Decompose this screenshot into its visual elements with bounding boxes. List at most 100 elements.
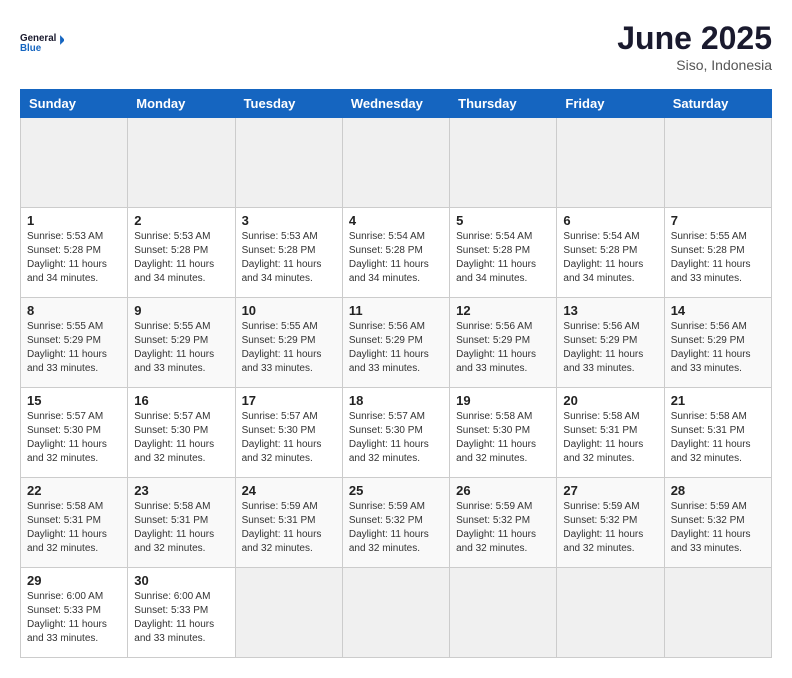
- calendar-cell: 1 Sunrise: 5:53 AM Sunset: 5:28 PM Dayli…: [21, 208, 128, 298]
- calendar-cell: 7 Sunrise: 5:55 AM Sunset: 5:28 PM Dayli…: [664, 208, 771, 298]
- day-info: Sunrise: 5:58 AM Sunset: 5:31 PM Dayligh…: [671, 410, 765, 466]
- day-info: Sunrise: 5:53 AM Sunset: 5:28 PM Dayligh…: [242, 230, 336, 286]
- calendar-cell: 25 Sunrise: 5:59 AM Sunset: 5:32 PM Dayl…: [342, 478, 449, 568]
- day-info: Sunrise: 5:53 AM Sunset: 5:28 PM Dayligh…: [27, 230, 121, 286]
- calendar-cell: 15 Sunrise: 5:57 AM Sunset: 5:30 PM Dayl…: [21, 388, 128, 478]
- day-info: Sunrise: 5:54 AM Sunset: 5:28 PM Dayligh…: [349, 230, 443, 286]
- day-number: 3: [242, 213, 336, 228]
- calendar-body: 1 Sunrise: 5:53 AM Sunset: 5:28 PM Dayli…: [21, 118, 772, 658]
- day-info: Sunrise: 5:58 AM Sunset: 5:31 PM Dayligh…: [27, 500, 121, 556]
- calendar-cell: 17 Sunrise: 5:57 AM Sunset: 5:30 PM Dayl…: [235, 388, 342, 478]
- calendar-cell: [235, 568, 342, 658]
- day-number: 25: [349, 483, 443, 498]
- calendar-cell: 24 Sunrise: 5:59 AM Sunset: 5:31 PM Dayl…: [235, 478, 342, 568]
- calendar-cell: 20 Sunrise: 5:58 AM Sunset: 5:31 PM Dayl…: [557, 388, 664, 478]
- calendar-cell: [557, 118, 664, 208]
- day-number: 6: [563, 213, 657, 228]
- day-info: Sunrise: 6:00 AM Sunset: 5:33 PM Dayligh…: [134, 590, 228, 646]
- col-tuesday: Tuesday: [235, 90, 342, 118]
- col-wednesday: Wednesday: [342, 90, 449, 118]
- day-number: 1: [27, 213, 121, 228]
- calendar-cell: [450, 118, 557, 208]
- calendar-cell: 8 Sunrise: 5:55 AM Sunset: 5:29 PM Dayli…: [21, 298, 128, 388]
- calendar-cell: [342, 118, 449, 208]
- day-number: 16: [134, 393, 228, 408]
- col-sunday: Sunday: [21, 90, 128, 118]
- day-info: Sunrise: 5:53 AM Sunset: 5:28 PM Dayligh…: [134, 230, 228, 286]
- day-info: Sunrise: 6:00 AM Sunset: 5:33 PM Dayligh…: [27, 590, 121, 646]
- day-info: Sunrise: 5:59 AM Sunset: 5:32 PM Dayligh…: [671, 500, 765, 556]
- calendar-cell: 2 Sunrise: 5:53 AM Sunset: 5:28 PM Dayli…: [128, 208, 235, 298]
- page-header: General Blue June 2025 Siso, Indonesia: [20, 20, 772, 73]
- day-number: 5: [456, 213, 550, 228]
- calendar-cell: 9 Sunrise: 5:55 AM Sunset: 5:29 PM Dayli…: [128, 298, 235, 388]
- day-number: 15: [27, 393, 121, 408]
- calendar-cell: 26 Sunrise: 5:59 AM Sunset: 5:32 PM Dayl…: [450, 478, 557, 568]
- logo: General Blue: [20, 20, 64, 64]
- day-number: 12: [456, 303, 550, 318]
- day-info: Sunrise: 5:56 AM Sunset: 5:29 PM Dayligh…: [349, 320, 443, 376]
- day-number: 11: [349, 303, 443, 318]
- location-subtitle: Siso, Indonesia: [617, 57, 772, 73]
- day-info: Sunrise: 5:55 AM Sunset: 5:29 PM Dayligh…: [134, 320, 228, 376]
- calendar-cell: 27 Sunrise: 5:59 AM Sunset: 5:32 PM Dayl…: [557, 478, 664, 568]
- calendar-cell: 3 Sunrise: 5:53 AM Sunset: 5:28 PM Dayli…: [235, 208, 342, 298]
- calendar-cell: 4 Sunrise: 5:54 AM Sunset: 5:28 PM Dayli…: [342, 208, 449, 298]
- day-number: 4: [349, 213, 443, 228]
- calendar-cell: 12 Sunrise: 5:56 AM Sunset: 5:29 PM Dayl…: [450, 298, 557, 388]
- calendar-week-row: 29 Sunrise: 6:00 AM Sunset: 5:33 PM Dayl…: [21, 568, 772, 658]
- day-info: Sunrise: 5:55 AM Sunset: 5:29 PM Dayligh…: [242, 320, 336, 376]
- calendar-cell: 23 Sunrise: 5:58 AM Sunset: 5:31 PM Dayl…: [128, 478, 235, 568]
- calendar-cell: 13 Sunrise: 5:56 AM Sunset: 5:29 PM Dayl…: [557, 298, 664, 388]
- calendar-cell: 19 Sunrise: 5:58 AM Sunset: 5:30 PM Dayl…: [450, 388, 557, 478]
- calendar-cell: [450, 568, 557, 658]
- day-number: 30: [134, 573, 228, 588]
- calendar-cell: 10 Sunrise: 5:55 AM Sunset: 5:29 PM Dayl…: [235, 298, 342, 388]
- calendar-cell: [21, 118, 128, 208]
- day-number: 19: [456, 393, 550, 408]
- calendar-cell: 6 Sunrise: 5:54 AM Sunset: 5:28 PM Dayli…: [557, 208, 664, 298]
- day-number: 23: [134, 483, 228, 498]
- day-info: Sunrise: 5:57 AM Sunset: 5:30 PM Dayligh…: [349, 410, 443, 466]
- svg-text:Blue: Blue: [20, 43, 42, 54]
- calendar-week-row: 1 Sunrise: 5:53 AM Sunset: 5:28 PM Dayli…: [21, 208, 772, 298]
- calendar-cell: [342, 568, 449, 658]
- calendar-cell: 29 Sunrise: 6:00 AM Sunset: 5:33 PM Dayl…: [21, 568, 128, 658]
- calendar-header: Sunday Monday Tuesday Wednesday Thursday…: [21, 90, 772, 118]
- calendar-week-row: 8 Sunrise: 5:55 AM Sunset: 5:29 PM Dayli…: [21, 298, 772, 388]
- day-number: 18: [349, 393, 443, 408]
- day-info: Sunrise: 5:56 AM Sunset: 5:29 PM Dayligh…: [671, 320, 765, 376]
- day-number: 26: [456, 483, 550, 498]
- col-friday: Friday: [557, 90, 664, 118]
- day-number: 28: [671, 483, 765, 498]
- calendar-cell: 11 Sunrise: 5:56 AM Sunset: 5:29 PM Dayl…: [342, 298, 449, 388]
- day-number: 9: [134, 303, 228, 318]
- day-info: Sunrise: 5:58 AM Sunset: 5:30 PM Dayligh…: [456, 410, 550, 466]
- day-number: 17: [242, 393, 336, 408]
- day-info: Sunrise: 5:59 AM Sunset: 5:32 PM Dayligh…: [563, 500, 657, 556]
- day-info: Sunrise: 5:55 AM Sunset: 5:28 PM Dayligh…: [671, 230, 765, 286]
- day-info: Sunrise: 5:59 AM Sunset: 5:31 PM Dayligh…: [242, 500, 336, 556]
- calendar-week-row: 22 Sunrise: 5:58 AM Sunset: 5:31 PM Dayl…: [21, 478, 772, 568]
- day-number: 7: [671, 213, 765, 228]
- day-info: Sunrise: 5:56 AM Sunset: 5:29 PM Dayligh…: [456, 320, 550, 376]
- day-number: 13: [563, 303, 657, 318]
- day-info: Sunrise: 5:54 AM Sunset: 5:28 PM Dayligh…: [563, 230, 657, 286]
- day-info: Sunrise: 5:59 AM Sunset: 5:32 PM Dayligh…: [456, 500, 550, 556]
- day-info: Sunrise: 5:58 AM Sunset: 5:31 PM Dayligh…: [134, 500, 228, 556]
- calendar-cell: 14 Sunrise: 5:56 AM Sunset: 5:29 PM Dayl…: [664, 298, 771, 388]
- day-number: 24: [242, 483, 336, 498]
- day-number: 10: [242, 303, 336, 318]
- title-block: June 2025 Siso, Indonesia: [617, 20, 772, 73]
- calendar-cell: 5 Sunrise: 5:54 AM Sunset: 5:28 PM Dayli…: [450, 208, 557, 298]
- day-number: 22: [27, 483, 121, 498]
- calendar-cell: 30 Sunrise: 6:00 AM Sunset: 5:33 PM Dayl…: [128, 568, 235, 658]
- calendar-cell: [128, 118, 235, 208]
- day-number: 29: [27, 573, 121, 588]
- day-info: Sunrise: 5:57 AM Sunset: 5:30 PM Dayligh…: [134, 410, 228, 466]
- day-number: 14: [671, 303, 765, 318]
- col-thursday: Thursday: [450, 90, 557, 118]
- day-info: Sunrise: 5:58 AM Sunset: 5:31 PM Dayligh…: [563, 410, 657, 466]
- calendar-week-row: [21, 118, 772, 208]
- day-info: Sunrise: 5:57 AM Sunset: 5:30 PM Dayligh…: [242, 410, 336, 466]
